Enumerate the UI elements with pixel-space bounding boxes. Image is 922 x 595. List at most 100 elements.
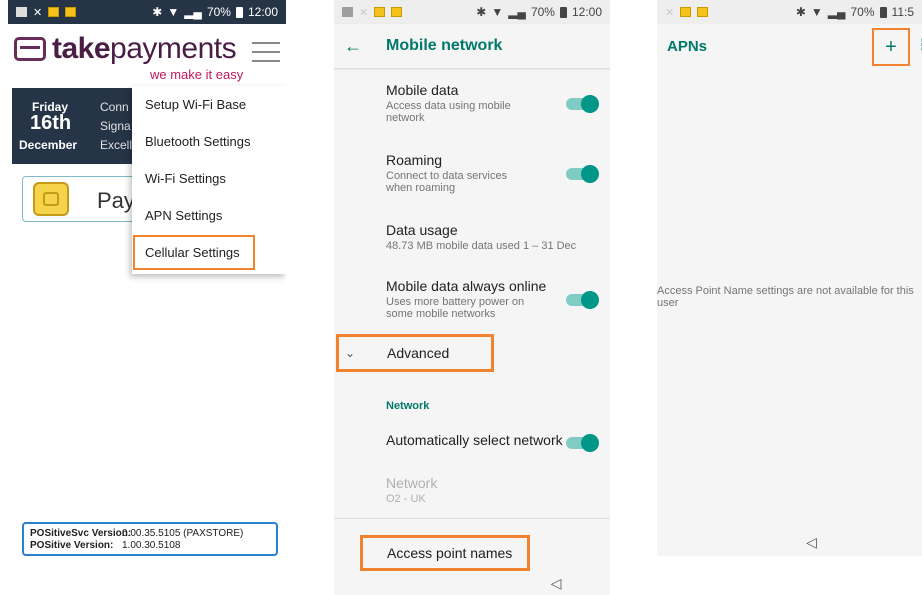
always-online-toggle[interactable] (566, 291, 599, 309)
settings-dropdown-menu: Setup Wi-Fi Base Bluetooth Settings Wi-F… (132, 86, 286, 274)
apns-screen: ✕ ✱ ▼ ▂▄ 70% 11:5 APNs + ⋮ Access Point … (657, 0, 922, 556)
message-line: user (657, 297, 679, 309)
app-header: takepayments we make it easy (8, 24, 286, 86)
pos-version-value: 1.00.30.5108 (122, 540, 181, 551)
takepayments-screen: ✕ ✱ ▼ ▂▄ 70% 12:00 takepayments we make … (8, 0, 286, 595)
setting-roaming[interactable]: Roaming Connect to data services when ro… (334, 138, 610, 208)
wifi-icon: ▼ (491, 5, 504, 19)
image-notification-icon (16, 7, 27, 17)
missed-call-icon: ✕ (665, 6, 675, 19)
settings-list: Mobile data Access data using mobile net… (334, 68, 610, 334)
battery-percent: 70% (850, 5, 875, 19)
menu-item-cellular-settings[interactable]: Cellular Settings (132, 234, 256, 271)
add-apn-button[interactable]: + (872, 28, 910, 66)
brand-name: takepayments (52, 32, 237, 65)
chip-notification-icon (697, 7, 709, 17)
menu-item-bluetooth-settings[interactable]: Bluetooth Settings (132, 123, 286, 160)
battery-icon (879, 6, 887, 18)
setting-title: Mobile data (386, 82, 459, 98)
battery-icon (559, 6, 567, 18)
setting-subtitle: Uses more battery power on some mobile n… (386, 296, 525, 320)
mobile-network-screen: ✕ ✱ ▼ ▂▄ 70% 12:00 ← Mobile network Mobi… (334, 0, 610, 595)
battery-percent: 70% (530, 5, 555, 19)
status-time: 11:5 (891, 5, 914, 19)
chip-notification-icon (680, 7, 692, 17)
info-line: Conn (100, 100, 129, 114)
chip-notification-icon (65, 7, 77, 17)
auto-select-network-label[interactable]: Automatically select network (386, 432, 563, 448)
chevron-down-icon: ⌄ (345, 346, 356, 360)
missed-call-icon: ✕ (33, 6, 43, 19)
bluetooth-icon: ✱ (795, 5, 806, 19)
bluetooth-icon: ✱ (476, 5, 487, 19)
menu-item-apn-settings[interactable]: APN Settings (132, 197, 286, 234)
battery-icon (235, 6, 243, 18)
menu-item-setup-wifi-base[interactable]: Setup Wi-Fi Base (132, 86, 286, 123)
advanced-expander[interactable]: ⌄ Advanced (336, 334, 494, 372)
nav-bar: ◁ (334, 571, 610, 595)
plus-icon: + (885, 35, 897, 58)
network-section-header: Network (386, 400, 430, 412)
takepayments-logo: takepayments (14, 32, 237, 66)
setting-subtitle: 48.73 MB mobile data used 1 – 31 Dec (386, 240, 577, 252)
pos-version-label: POSitive Version: (30, 540, 114, 551)
roaming-toggle[interactable] (566, 165, 599, 183)
hamburger-menu-icon[interactable] (252, 42, 280, 69)
svc-version-value: 0.00.35.5105 (PAXSTORE) (122, 528, 244, 539)
divider (334, 518, 610, 519)
network-setting: Network O2 - UK (386, 475, 437, 505)
nav-back-icon[interactable]: ◁ (551, 575, 562, 592)
auto-select-network-toggle[interactable] (566, 434, 599, 452)
mobile-data-toggle[interactable] (566, 95, 599, 113)
chip-notification-icon (374, 7, 386, 17)
status-bar: ✕ ✱ ▼ ▂▄ 70% 12:00 (8, 0, 286, 24)
status-time: 12:00 (571, 5, 602, 19)
signal-icon: ▂▄ (508, 5, 526, 19)
wifi-icon: ▼ (167, 5, 180, 19)
info-line: Signa (100, 119, 131, 133)
setting-data-usage[interactable]: Data usage 48.73 MB mobile data used 1 –… (334, 208, 610, 264)
chip-notification-icon (48, 7, 60, 17)
brand-tagline: we make it easy (150, 67, 244, 82)
pay-label: Pay (97, 188, 135, 213)
signal-icon: ▂▄ (184, 5, 202, 19)
setting-title: Roaming (386, 152, 443, 168)
status-bar: ✕ ✱ ▼ ▂▄ 70% 12:00 (334, 0, 610, 24)
status-time: 12:00 (247, 5, 278, 19)
wifi-icon: ▼ (810, 5, 823, 19)
page-title: APNs (667, 37, 708, 55)
nav-back-icon[interactable]: ◁ (806, 534, 817, 551)
chip-notification-icon (391, 7, 403, 17)
access-point-names-item[interactable]: Access point names (360, 535, 530, 571)
info-line: Excell (100, 138, 133, 152)
missed-call-icon: ✕ (359, 6, 369, 19)
setting-mobile-data[interactable]: Mobile data Access data using mobile net… (334, 68, 610, 138)
setting-always-online[interactable]: Mobile data always online Uses more batt… (334, 264, 610, 334)
signal-icon: ▂▄ (827, 5, 846, 19)
status-bar: ✕ ✱ ▼ ▂▄ 70% 11:5 (657, 0, 922, 24)
page-title: Mobile network (386, 37, 503, 54)
battery-percent: 70% (206, 5, 231, 19)
version-info: POSitiveSvc Version: 0.00.35.5105 (PAXSTO… (22, 522, 278, 556)
network-title: Network (386, 475, 438, 491)
setting-title: Mobile data always online (386, 278, 547, 294)
message-line: Access Point Name settings are not avail… (657, 285, 914, 297)
back-arrow-icon[interactable]: ← (334, 36, 372, 57)
month-name: December (19, 138, 78, 152)
image-notification-icon (342, 7, 353, 17)
svc-version-label: POSitiveSvc Version: (30, 528, 132, 539)
chip-card-icon (33, 182, 69, 216)
menu-item-wifi-settings[interactable]: Wi-Fi Settings (132, 160, 286, 197)
setting-subtitle: Access data using mobile network (386, 100, 511, 124)
more-options-icon[interactable]: ⋮ (915, 35, 922, 55)
card-icon (14, 37, 46, 61)
apn-unavailable-message: Access Point Name settings are not avail… (657, 285, 922, 309)
app-bar: ← Mobile network (334, 24, 610, 68)
bluetooth-icon: ✱ (152, 5, 163, 19)
day-number: 16th (30, 112, 72, 134)
connection-info: Conn Signa Excell (100, 98, 132, 155)
nav-bar: ◁ (657, 530, 922, 554)
advanced-label: Advanced (387, 345, 450, 361)
setting-subtitle: Connect to data services when roaming (386, 170, 508, 194)
setting-title: Data usage (386, 222, 458, 238)
